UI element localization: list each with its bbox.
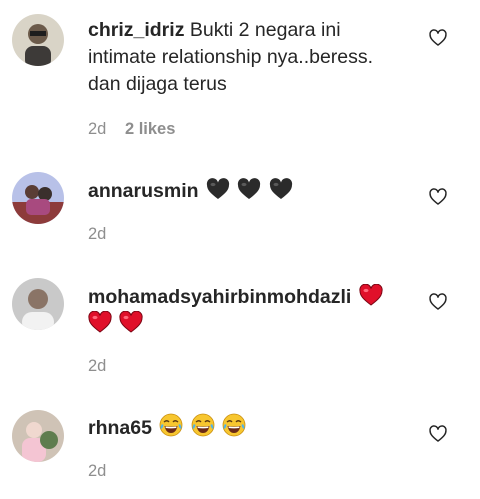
comment-time[interactable]: 2d [88, 225, 106, 243]
heart-outline-icon[interactable] [428, 187, 448, 207]
avatar[interactable] [12, 410, 64, 462]
comment-time[interactable]: 2d [88, 120, 106, 138]
heart-outline-icon[interactable] [428, 424, 448, 444]
comment-username[interactable]: rhna65 [88, 417, 152, 439]
comment-username[interactable]: annarusmin [88, 180, 199, 202]
comment-username[interactable]: chriz_idriz [88, 19, 184, 41]
black-heart-emojis [204, 178, 293, 202]
avatar[interactable] [12, 172, 64, 224]
heart-outline-icon[interactable] [428, 28, 448, 48]
comment-likes[interactable]: 2 likes [125, 120, 175, 138]
laughing-emojis [157, 413, 246, 439]
heart-outline-icon[interactable] [428, 292, 448, 312]
avatar[interactable] [12, 278, 64, 330]
comment-time[interactable]: 2d [88, 462, 106, 480]
comment-time[interactable]: 2d [88, 357, 106, 375]
avatar[interactable] [12, 14, 64, 66]
comment-username[interactable]: mohamadsyahirbinmohdazli [88, 286, 351, 308]
